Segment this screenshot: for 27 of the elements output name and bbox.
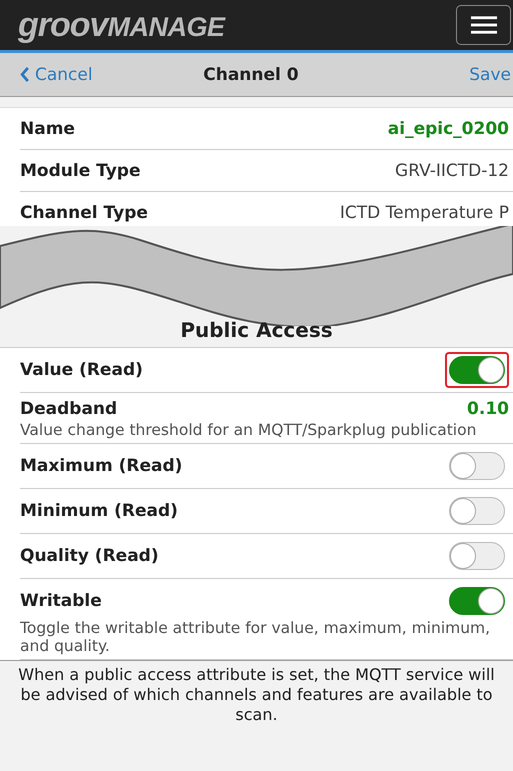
toggle-switch[interactable] bbox=[449, 587, 505, 615]
toggle-switch[interactable] bbox=[449, 452, 505, 480]
toggle-switch[interactable] bbox=[449, 497, 505, 525]
field-value: ai_epic_0200 bbox=[388, 118, 509, 138]
toggle-switch[interactable] bbox=[449, 542, 505, 570]
setting-label: Quality (Read) bbox=[20, 546, 159, 566]
setting-label: Maximum (Read) bbox=[20, 456, 182, 476]
setting-label: Value (Read) bbox=[20, 360, 143, 380]
field-value: ICTD Temperature P bbox=[340, 202, 509, 222]
field-label: Name bbox=[20, 118, 75, 138]
setting-label: Deadband bbox=[20, 399, 118, 419]
page-title: Channel 0 bbox=[203, 64, 299, 84]
field-label: Module Type bbox=[20, 160, 141, 180]
info-note: When a public access attribute is set, the MQTT service will be advised of which channels and features are available to scan. bbox=[17, 665, 496, 725]
setting-value: 0.10 bbox=[467, 399, 509, 419]
field-label: Channel Type bbox=[20, 202, 148, 222]
save-link[interactable]: Save bbox=[469, 64, 511, 84]
setting-label: Writable bbox=[20, 591, 102, 611]
menu-button[interactable] bbox=[456, 5, 511, 45]
menu-icon bbox=[470, 15, 496, 35]
logo: groovMANAGE bbox=[18, 6, 224, 44]
setting-description: Value change threshold for an MQTT/Sparkplug publication bbox=[20, 421, 478, 439]
field-value: GRV-IICTD-12 bbox=[395, 160, 509, 180]
setting-label: Minimum (Read) bbox=[20, 501, 178, 521]
chevron-left-icon bbox=[20, 67, 30, 82]
setting-description: Toggle the writable attribute for value, maximum, minimum, and quality. bbox=[20, 619, 492, 655]
cancel-link[interactable]: Cancel bbox=[20, 64, 93, 84]
